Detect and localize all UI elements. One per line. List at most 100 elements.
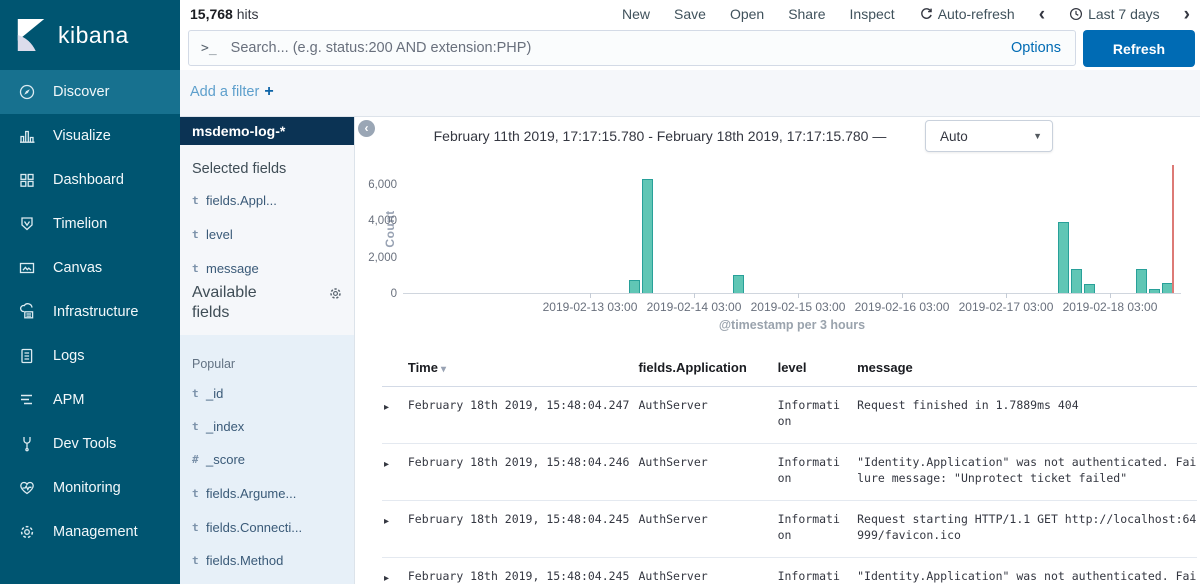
- field-item[interactable]: # _score: [180, 448, 354, 470]
- sidenav-item-dev-tools[interactable]: Dev Tools: [0, 422, 180, 466]
- save-button[interactable]: Save: [674, 6, 706, 22]
- cloud-server-icon: [18, 303, 38, 321]
- sidenav-item-management[interactable]: Management: [0, 510, 180, 554]
- index-pattern-selector[interactable]: msdemo-log-*: [180, 117, 354, 145]
- apm-lines-icon: [18, 391, 38, 409]
- field-item[interactable]: t _index: [180, 415, 354, 437]
- field-item[interactable]: t fields.Method: [180, 549, 354, 571]
- discover-main: ‹ February 11th 2019, 17:17:15.780 - Feb…: [355, 117, 1200, 584]
- top-menu: New Save Open Share Inspect Auto-refresh…: [622, 0, 1190, 28]
- time-back-chevron-left-icon[interactable]: ‹: [1039, 5, 1045, 24]
- y-axis-tick-label: 4,000: [359, 215, 397, 227]
- column-header-application[interactable]: fields.Application: [638, 360, 777, 375]
- sidenav-item-canvas[interactable]: Canvas: [0, 246, 180, 290]
- refresh-cycle-icon: [919, 7, 933, 21]
- histogram-bar[interactable]: [733, 275, 744, 293]
- current-time-marker: [1172, 165, 1174, 293]
- query-prompt-icon: >_: [201, 41, 217, 56]
- sidenav-item-apm[interactable]: APM: [0, 378, 180, 422]
- available-fields-header: Available fields: [192, 283, 343, 323]
- x-axis-tick-label: 2019-02-15 03:00: [751, 300, 846, 314]
- x-axis-title: @timestamp per 3 hours: [403, 318, 1181, 332]
- histogram-bar[interactable]: [642, 179, 653, 293]
- x-axis-tick-label: 2019-02-13 03:00: [543, 300, 638, 314]
- histogram-bar[interactable]: [1071, 269, 1082, 293]
- field-type-badge: t: [192, 521, 206, 534]
- x-axis-tick-label: 2019-02-14 03:00: [647, 300, 742, 314]
- field-item[interactable]: t message: [180, 257, 354, 279]
- column-header-level[interactable]: level: [778, 360, 858, 375]
- histogram-bar[interactable]: [629, 280, 640, 293]
- histogram-bar[interactable]: [1058, 222, 1069, 293]
- sidenav-item-logs[interactable]: Logs: [0, 334, 180, 378]
- sidenav-item-label: Infrastructure: [53, 304, 138, 320]
- histogram-chart: Count 2019-02-13 03:002019-02-14 03:0020…: [360, 160, 1198, 340]
- sort-caret-down-icon: ▾: [441, 364, 446, 375]
- field-type-badge: t: [192, 420, 206, 433]
- bar-chart-icon: [18, 127, 38, 145]
- time-range-picker[interactable]: Last 7 days: [1069, 6, 1160, 22]
- sidenav-item-dashboard[interactable]: Dashboard: [0, 158, 180, 202]
- y-axis-tick-label: 6,000: [359, 179, 397, 191]
- field-item[interactable]: t fields.Connecti...: [180, 516, 354, 538]
- add-filter-button[interactable]: Add a filter+: [190, 83, 274, 101]
- interval-select[interactable]: Auto ▼: [925, 120, 1053, 152]
- sidenav-item-timelion[interactable]: Timelion: [0, 202, 180, 246]
- x-axis-tick-label: 2019-02-18 03:00: [1063, 300, 1158, 314]
- field-type-badge: t: [192, 194, 206, 207]
- column-header-time[interactable]: Time▾: [408, 360, 639, 375]
- field-type-badge: t: [192, 387, 206, 400]
- y-axis-title: Count: [383, 207, 397, 251]
- timelion-shield-icon: [18, 215, 38, 233]
- expand-row-caret-icon[interactable]: ▸: [384, 516, 389, 527]
- cell-time: February 18th 2019, 15:48:04.245: [408, 568, 639, 584]
- sidenav-item-infrastructure[interactable]: Infrastructure: [0, 290, 180, 334]
- share-button[interactable]: Share: [788, 6, 825, 22]
- logs-document-icon: [18, 347, 38, 365]
- hits-value: 15,768: [190, 6, 233, 22]
- cell-time: February 18th 2019, 15:48:04.245: [408, 511, 639, 557]
- histogram-bar[interactable]: [1136, 269, 1147, 294]
- refresh-button[interactable]: Refresh: [1083, 30, 1195, 67]
- x-axis-tick: [1006, 293, 1007, 298]
- field-item[interactable]: t level: [180, 223, 354, 245]
- histogram-time-range: February 11th 2019, 17:17:15.780 - Febru…: [380, 128, 940, 144]
- expand-row-caret-icon[interactable]: ▸: [384, 459, 389, 470]
- table-header-row: Time▾ fields.Application level message: [382, 348, 1197, 387]
- field-settings-gear-icon[interactable]: [328, 286, 343, 323]
- field-type-badge: t: [192, 262, 206, 275]
- cell-application: AuthServer: [638, 454, 777, 500]
- search-box[interactable]: >_ Options: [188, 30, 1076, 66]
- new-button[interactable]: New: [622, 6, 650, 22]
- expand-row-caret-icon[interactable]: ▸: [384, 573, 389, 584]
- sidenav-item-discover[interactable]: Discover: [0, 70, 180, 114]
- expand-row-caret-icon[interactable]: ▸: [384, 402, 389, 413]
- histogram-domain[interactable]: 2019-02-13 03:002019-02-14 03:002019-02-…: [434, 175, 1175, 293]
- cell-message: Request finished in 1.7889ms 404: [857, 397, 1197, 443]
- inspect-button[interactable]: Inspect: [850, 6, 895, 22]
- auto-refresh-button[interactable]: Auto-refresh: [919, 6, 1015, 22]
- collapse-fields-chevron-left-icon[interactable]: ‹: [358, 120, 375, 137]
- search-input[interactable]: [229, 39, 1011, 57]
- histogram-bar[interactable]: [1149, 289, 1160, 293]
- histogram-bar[interactable]: [1084, 284, 1095, 293]
- cell-application: AuthServer: [638, 397, 777, 443]
- search-row: >_ Options Refresh: [180, 28, 1200, 70]
- options-link[interactable]: Options: [1011, 40, 1061, 56]
- open-button[interactable]: Open: [730, 6, 764, 22]
- time-forward-chevron-right-icon[interactable]: ›: [1184, 5, 1190, 24]
- kibana-logo[interactable]: kibana: [0, 0, 180, 70]
- field-item[interactable]: t fields.Argume...: [180, 482, 354, 504]
- sidenav-item-label: Management: [53, 524, 138, 540]
- cell-time: February 18th 2019, 15:48:04.247: [408, 397, 639, 443]
- column-header-message[interactable]: message: [857, 360, 1197, 375]
- y-axis-tick-label: 2,000: [359, 252, 397, 264]
- field-item[interactable]: t fields.Appl...: [180, 189, 354, 211]
- sidenav-item-monitoring[interactable]: Monitoring: [0, 466, 180, 510]
- field-type-badge: t: [192, 487, 206, 500]
- sidenav-item-visualize[interactable]: Visualize: [0, 114, 180, 158]
- y-axis-tick-label: 0: [359, 288, 397, 300]
- field-item[interactable]: t _id: [180, 382, 354, 404]
- selected-fields-header: Selected fields: [192, 161, 286, 177]
- table-row: ▸ February 18th 2019, 15:48:04.245 AuthS…: [382, 558, 1197, 584]
